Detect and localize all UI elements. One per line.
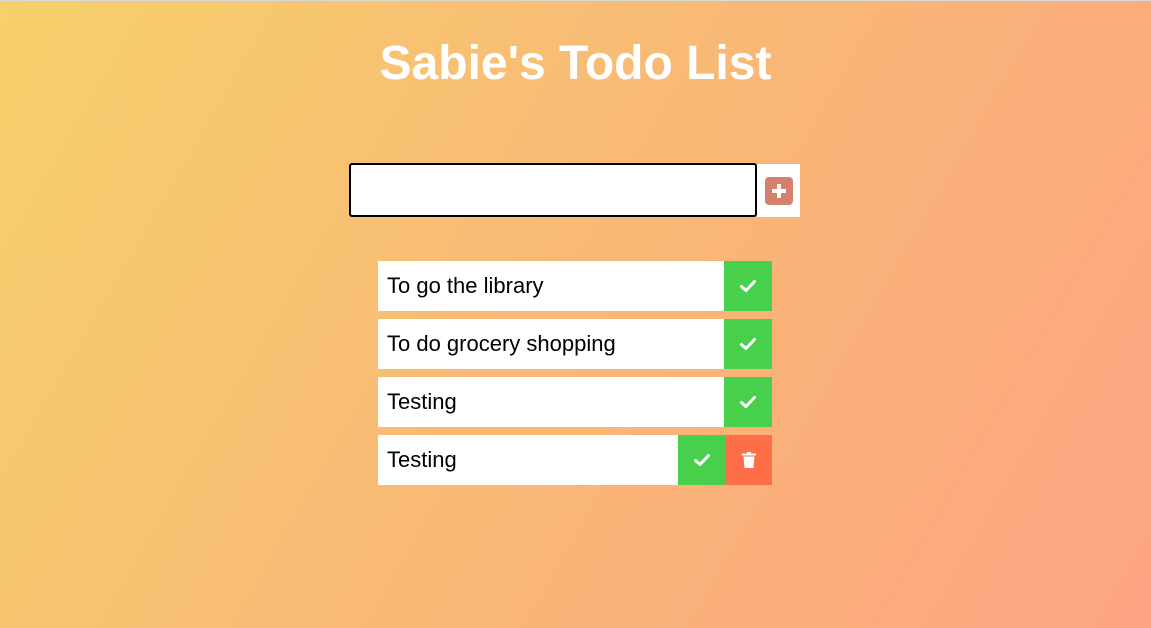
todo-item: To do grocery shopping [378,319,772,369]
check-icon [740,338,756,350]
page-title: Sabie's Todo List [379,37,772,90]
add-todo-button[interactable] [757,164,800,217]
todo-list: To go the library To do grocery shopping… [378,261,772,493]
todo-text: To do grocery shopping [387,331,616,356]
complete-button[interactable] [678,435,726,485]
todo-item: Testing [378,435,772,485]
delete-button[interactable] [726,435,772,485]
todo-item: Testing [378,377,772,427]
check-icon [740,396,756,408]
todo-text: Testing [387,447,457,472]
todo-item: To go the library [378,261,772,311]
check-icon [694,454,710,466]
todo-form [349,163,800,217]
todo-text: Testing [387,389,457,414]
plus-square-icon [764,176,793,205]
todo-input[interactable] [349,163,757,217]
trash-icon [742,452,756,468]
complete-button[interactable] [724,261,772,311]
todo-text: To go the library [387,273,544,298]
complete-button[interactable] [724,319,772,369]
complete-button[interactable] [724,377,772,427]
check-icon [740,280,756,292]
